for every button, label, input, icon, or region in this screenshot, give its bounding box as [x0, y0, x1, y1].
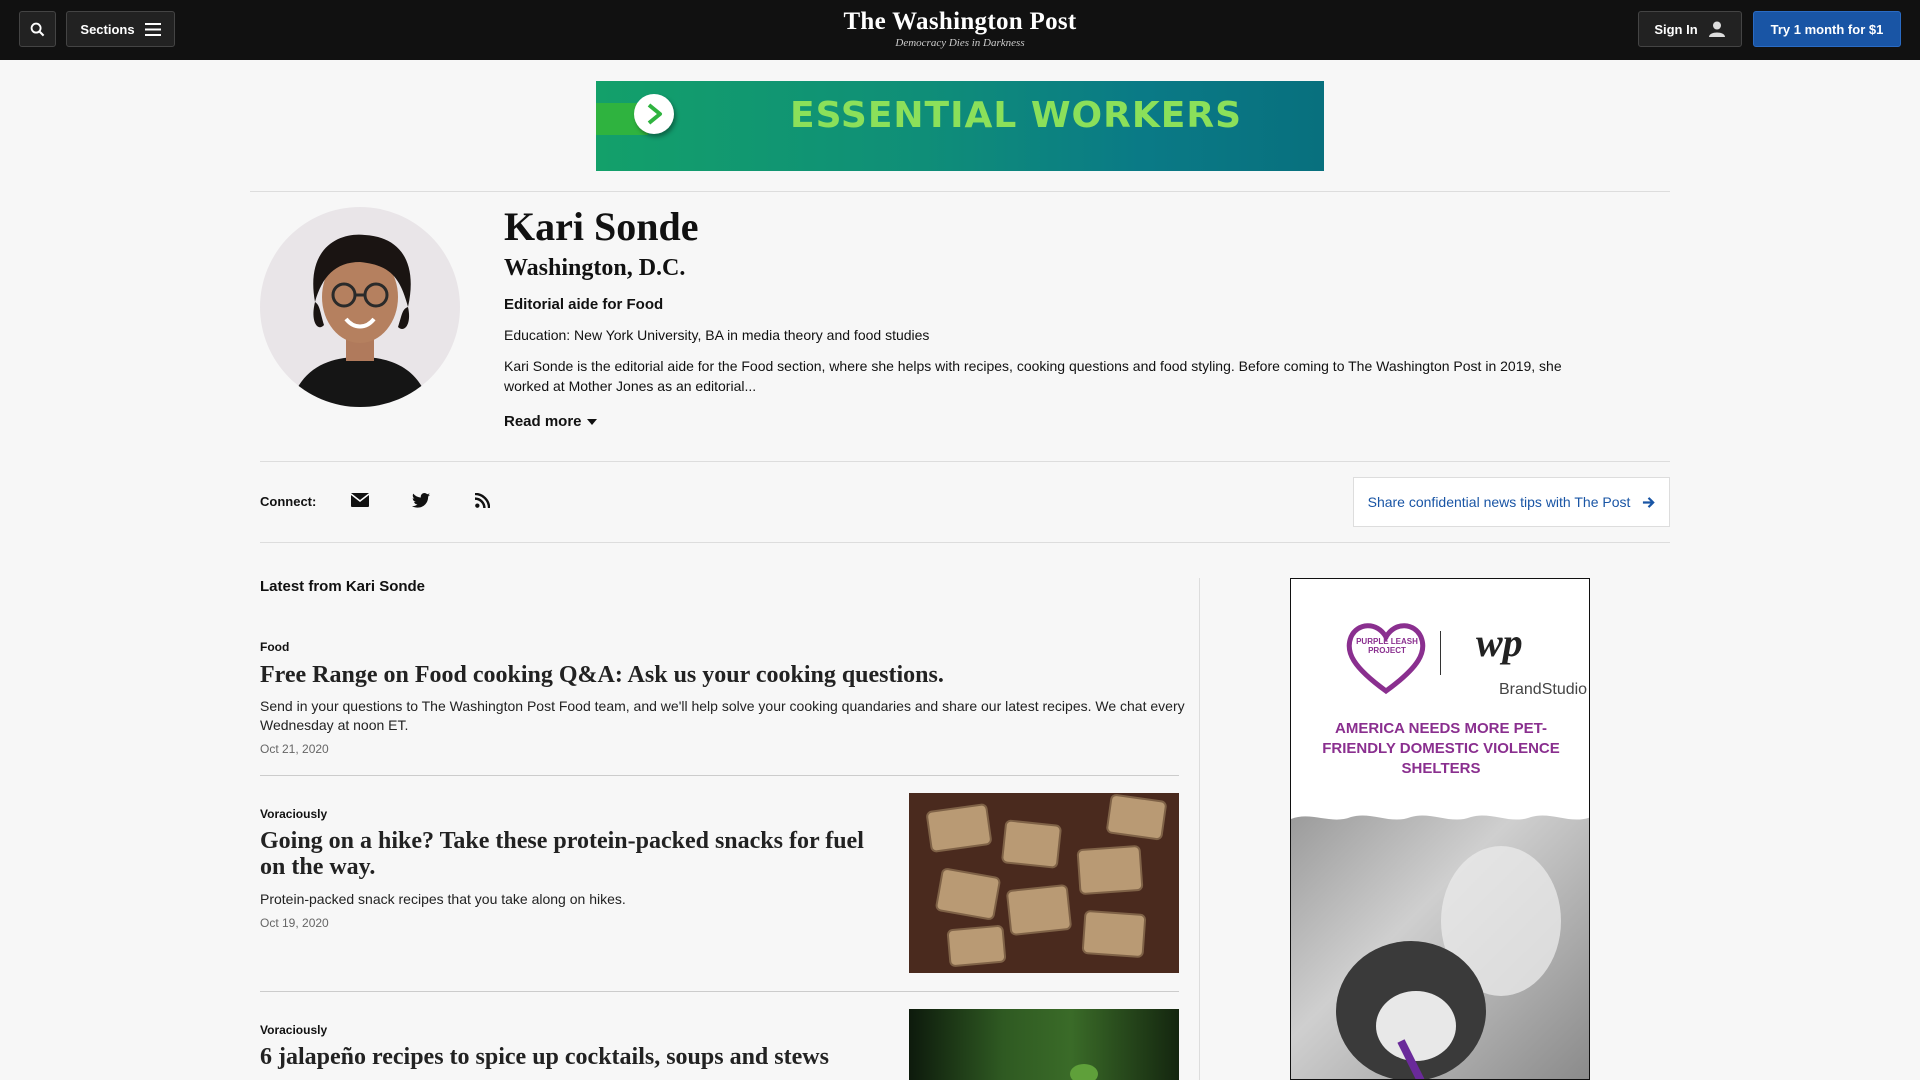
side-ad-divider	[1440, 631, 1441, 675]
play-icon	[634, 94, 674, 134]
article-kicker[interactable]: Voraciously	[260, 807, 327, 821]
hamburger-icon	[144, 22, 161, 36]
divider	[260, 775, 1179, 776]
author-name: Kari Sonde	[504, 204, 699, 249]
article-blurb: Send in your questions to The Washington…	[260, 698, 1185, 733]
top-nav: Sections The Washington Post Democracy D…	[0, 0, 1920, 60]
article-headline[interactable]: 6 jalapeño recipes to spice up cocktails…	[260, 1044, 880, 1070]
subscribe-button[interactable]: Try 1 month for $1	[1753, 11, 1901, 47]
rss-icon[interactable]	[471, 490, 493, 510]
latest-heading: Latest from Kari Sonde	[260, 578, 426, 595]
side-ad-photo	[1291, 811, 1589, 1079]
side-ad[interactable]: PURPLE LEASH PROJECT wp BrandStudio AMER…	[1290, 578, 1590, 1080]
banner-ad[interactable]: ESSENTIAL WORKERS	[596, 81, 1324, 171]
author-role: Editorial aide for Food	[504, 296, 664, 313]
author-avatar	[260, 207, 460, 407]
sign-in-label: Sign In	[1654, 21, 1698, 37]
divider	[260, 461, 1670, 462]
article-headline[interactable]: Free Range on Food cooking Q&A: Ask us y…	[260, 662, 1190, 688]
divider	[250, 191, 1670, 192]
author-education: Education: New York University, BA in me…	[504, 327, 930, 343]
email-icon[interactable]	[349, 490, 371, 510]
author-location: Washington, D.C.	[504, 255, 686, 281]
site-logo[interactable]: The Washington Post Democracy Dies in Da…	[760, 8, 1160, 50]
connect-label: Connect:	[260, 494, 317, 509]
article-thumbnail[interactable]	[909, 793, 1179, 973]
news-tips-button[interactable]: Share confidential news tips with The Po…	[1353, 477, 1670, 527]
sign-in-button[interactable]: Sign In	[1638, 11, 1742, 47]
column-divider	[1199, 578, 1200, 1080]
article-blurb: Protein-packed snack recipes that you ta…	[260, 891, 626, 907]
search-button[interactable]	[19, 11, 56, 47]
article-date: Oct 21, 2020	[260, 742, 329, 756]
article-kicker[interactable]: Food	[260, 640, 289, 654]
divider	[260, 991, 1179, 992]
article-thumbnail[interactable]	[909, 1009, 1179, 1080]
sections-button[interactable]: Sections	[66, 11, 175, 47]
arrow-right-icon	[1643, 496, 1656, 508]
logo-tagline: Democracy Dies in Darkness	[895, 37, 1025, 49]
caret-down-icon	[586, 418, 597, 425]
side-ad-headline: AMERICA NEEDS MORE PET-FRIENDLY DOMESTIC…	[1322, 720, 1560, 777]
sections-label: Sections	[80, 21, 135, 37]
author-bio: Kari Sonde is the editorial aide for the…	[504, 358, 1562, 394]
side-ad-logo-text: PURPLE LEASH PROJECT	[1356, 637, 1418, 655]
logo-title: The Washington Post	[843, 8, 1077, 35]
banner-ad-text: ESSENTIAL WORKERS	[789, 95, 1242, 136]
read-more-button[interactable]: Read more	[504, 413, 597, 430]
heart-leash-icon	[1346, 623, 1426, 695]
user-icon	[1708, 21, 1725, 37]
divider	[260, 542, 1670, 543]
read-more-label: Read more	[504, 413, 582, 430]
twitter-icon[interactable]	[410, 490, 432, 510]
article-kicker[interactable]: Voraciously	[260, 1023, 327, 1037]
search-icon	[30, 22, 45, 36]
side-ad-wp-mark: wp	[1476, 620, 1523, 665]
side-ad-brand: BrandStudio	[1499, 681, 1588, 698]
news-tips-label: Share confidential news tips with The Po…	[1367, 494, 1631, 510]
article-headline[interactable]: Going on a hike? Take these protein-pack…	[260, 828, 880, 880]
article-date: Oct 19, 2020	[260, 916, 329, 930]
